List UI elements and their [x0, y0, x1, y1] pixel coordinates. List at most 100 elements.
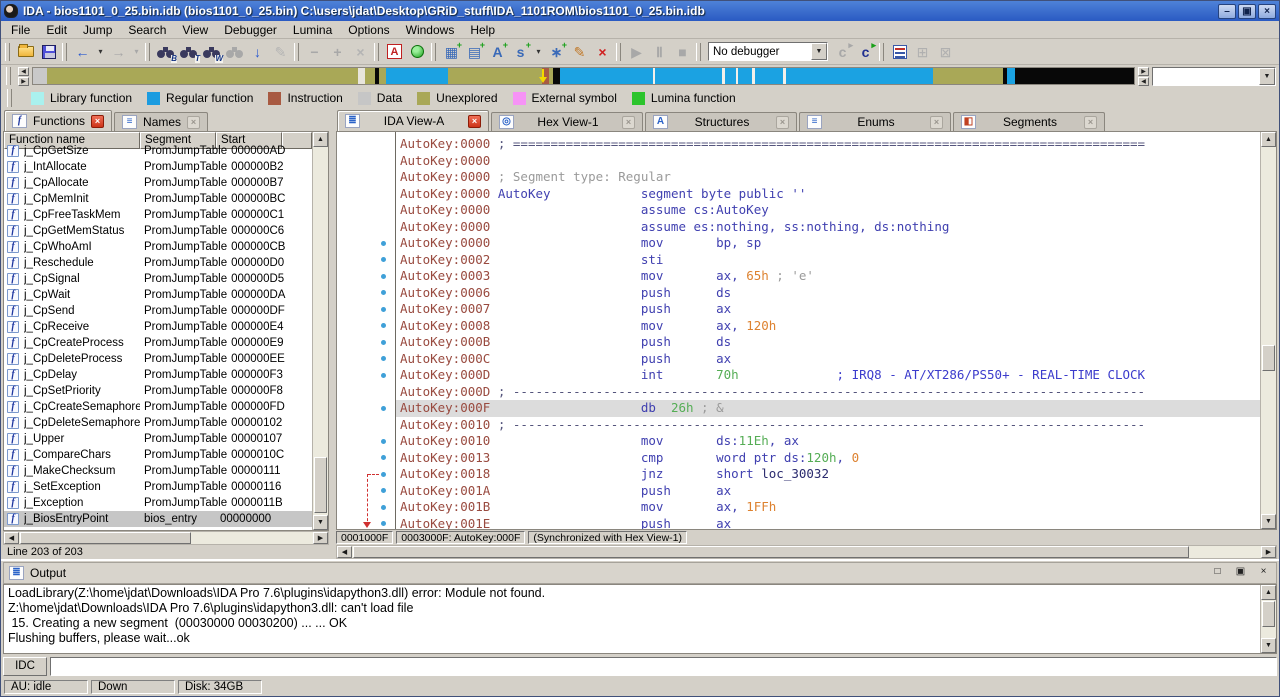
save-file-icon[interactable] — [38, 42, 59, 62]
table-row[interactable]: fj_CpGetSizePromJumpTable000000AD — [4, 143, 312, 159]
disasm-line[interactable]: AutoKey:000F db 26h ; & — [396, 400, 1260, 417]
close-button[interactable]: × — [1258, 4, 1276, 19]
tab-functions[interactable]: fFunctions× — [4, 110, 112, 131]
disasm-line[interactable]: AutoKey:0000 — [396, 153, 1260, 170]
navband-zoom-out-icon[interactable]: ◀ — [1138, 77, 1149, 86]
disasm-code[interactable]: AutoKey:0000 ; =========================… — [395, 132, 1260, 529]
disasm-line[interactable]: AutoKey:0000 assume es:nothing, ss:nothi… — [396, 219, 1260, 236]
table-row[interactable]: fj_UpperPromJumpTable00000107 — [4, 431, 312, 447]
menu-item-lumina[interactable]: Lumina — [285, 22, 340, 38]
disasm-line[interactable]: AutoKey:0010 mov ds:11Eh, ax — [396, 433, 1260, 450]
search-again-icon[interactable] — [224, 42, 245, 62]
create-struct-icon[interactable]: ▦+ — [441, 42, 462, 62]
define-icon[interactable]: + — [327, 42, 348, 62]
run-to-cursor-icon[interactable]: c▸ — [855, 42, 876, 62]
disasm-line[interactable]: AutoKey:0008 mov ax, 120h — [396, 318, 1260, 335]
disasm-line[interactable]: AutoKey:0018 jnz short loc_30032 — [396, 466, 1260, 483]
chevron-down-icon[interactable]: ▼ — [811, 43, 827, 60]
disasm-line[interactable]: AutoKey:0000 mov bp, sp — [396, 235, 1260, 252]
search-text-icon[interactable]: T — [178, 42, 199, 62]
disasm-line[interactable]: AutoKey:0000 assume cs:AutoKey — [396, 202, 1260, 219]
disasm-line[interactable]: AutoKey:0000 ; Segment type: Regular — [396, 169, 1260, 186]
undefine-icon[interactable]: − — [304, 42, 325, 62]
table-row[interactable]: fj_CpSendPromJumpTable000000DF — [4, 303, 312, 319]
lumina-ball-icon[interactable] — [407, 42, 428, 62]
attach-process-icon[interactable]: c▸ — [832, 42, 853, 62]
menu-item-windows[interactable]: Windows — [398, 22, 463, 38]
delete-function-icon[interactable]: × — [592, 42, 613, 62]
disasm-line[interactable]: AutoKey:000D ; -------------------------… — [396, 384, 1260, 401]
open-file-icon[interactable] — [15, 42, 36, 62]
functions-scrollbar-thumb[interactable] — [314, 457, 327, 513]
debugger-select[interactable]: No debugger▼ — [708, 42, 828, 61]
scroll-left-icon[interactable]: ◀ — [4, 532, 19, 544]
menu-item-debugger[interactable]: Debugger — [216, 22, 285, 38]
table-row[interactable]: fj_CpWhoAmIPromJumpTable000000CB — [4, 239, 312, 255]
table-row[interactable]: fj_CpWaitPromJumpTable000000DA — [4, 287, 312, 303]
scroll-down-icon[interactable]: ▼ — [1261, 514, 1276, 529]
debugger-windows-icon[interactable] — [889, 42, 910, 62]
create-name-icon[interactable]: A+ — [487, 42, 508, 62]
menu-item-jump[interactable]: Jump — [75, 22, 120, 38]
disasm-line[interactable]: AutoKey:000C push ax — [396, 351, 1260, 368]
table-row[interactable]: fj_CpGetMemStatusPromJumpTable000000C6 — [4, 223, 312, 239]
disasm-line[interactable]: AutoKey:0002 sti — [396, 252, 1260, 269]
scroll-up-icon[interactable]: ▲ — [1261, 132, 1276, 147]
disasm-hscrollbar-thumb[interactable] — [353, 546, 1189, 558]
jump-address-icon[interactable]: ↓ — [247, 42, 268, 62]
table-row[interactable]: fj_CpCreateSemaphorePromJumpTable000000F… — [4, 399, 312, 415]
tab-structures[interactable]: AStructures× — [645, 112, 797, 131]
create-string-icon[interactable]: s+ — [510, 42, 531, 62]
output-scrollbar-thumb[interactable] — [1262, 601, 1275, 627]
module-step-icon[interactable]: ⊞ — [912, 42, 933, 62]
close-tab-icon[interactable]: × — [622, 116, 635, 129]
menu-item-view[interactable]: View — [174, 22, 216, 38]
table-row[interactable]: fj_CpAllocatePromJumpTable000000B7 — [4, 175, 312, 191]
float-pane-icon[interactable]: ▣ — [1233, 566, 1248, 580]
search-binary-icon[interactable]: B — [155, 42, 176, 62]
table-row[interactable]: fj_CpMemInitPromJumpTable000000BC — [4, 191, 312, 207]
debug-stop-icon[interactable]: ■ — [672, 42, 693, 62]
functions-hscrollbar[interactable]: ◀ ▶ — [3, 531, 329, 545]
idc-button[interactable]: IDC — [3, 657, 47, 676]
edit-function-icon[interactable]: ✎ — [569, 42, 590, 62]
disasm-line[interactable]: AutoKey:001B mov ax, 1FFh — [396, 499, 1260, 516]
set-colors-icon[interactable]: A — [384, 42, 405, 62]
output-scrollbar-track[interactable] — [1261, 600, 1276, 638]
close-pane-icon[interactable]: × — [1256, 566, 1271, 580]
menu-item-file[interactable]: File — [3, 22, 38, 38]
disassembly-view[interactable]: AutoKey:0000 ; =========================… — [336, 131, 1277, 530]
disasm-line[interactable]: AutoKey:0000 ; =========================… — [396, 136, 1260, 153]
table-row[interactable]: fj_CpDelayPromJumpTable000000F3 — [4, 367, 312, 383]
chevron-down-icon[interactable]: ▼ — [1259, 68, 1275, 85]
navigation-band[interactable] — [32, 67, 1135, 85]
table-row[interactable]: fj_CompareCharsPromJumpTable0000010C — [4, 447, 312, 463]
table-row[interactable]: fj_IntAllocatePromJumpTable000000B2 — [4, 159, 312, 175]
nav-back-caret-icon[interactable]: ▾ — [95, 42, 106, 62]
disasm-line[interactable]: AutoKey:000B push ds — [396, 334, 1260, 351]
restore-button[interactable]: ▣ — [1238, 4, 1256, 19]
output-scrollbar[interactable]: ▲ ▼ — [1260, 585, 1276, 653]
create-function-icon[interactable]: ∗+ — [546, 42, 567, 62]
jump-cursor-icon[interactable]: ✎ — [270, 42, 291, 62]
delete-item-icon[interactable]: × — [350, 42, 371, 62]
scroll-left-icon[interactable]: ◀ — [337, 546, 352, 558]
disasm-line[interactable]: AutoKey:000D int 70h ; IRQ8 - AT/XT286/P… — [396, 367, 1260, 384]
debug-pause-icon[interactable]: Ⅱ — [649, 42, 670, 62]
close-tab-icon[interactable]: × — [187, 116, 200, 129]
tab-ida-view-a[interactable]: ≣IDA View-A× — [337, 110, 489, 131]
maximize-pane-icon[interactable]: □ — [1210, 566, 1225, 580]
scroll-up-icon[interactable]: ▲ — [313, 132, 328, 147]
scroll-down-icon[interactable]: ▼ — [313, 515, 328, 530]
table-row[interactable]: fj_CpReceivePromJumpTable000000E4 — [4, 319, 312, 335]
table-row[interactable]: fj_CpSignalPromJumpTable000000D5 — [4, 271, 312, 287]
menu-item-help[interactable]: Help — [462, 22, 503, 38]
table-row[interactable]: fj_CpSetPriorityPromJumpTable000000F8 — [4, 383, 312, 399]
close-tab-icon[interactable]: × — [468, 115, 481, 128]
search-word-icon[interactable]: W — [201, 42, 222, 62]
functions-hscrollbar-thumb[interactable] — [20, 532, 191, 544]
scroll-right-icon[interactable]: ▶ — [313, 532, 328, 544]
scroll-right-icon[interactable]: ▶ — [1261, 546, 1276, 558]
functions-scrollbar-track[interactable] — [313, 147, 328, 515]
module-detach-icon[interactable]: ⊠ — [935, 42, 956, 62]
